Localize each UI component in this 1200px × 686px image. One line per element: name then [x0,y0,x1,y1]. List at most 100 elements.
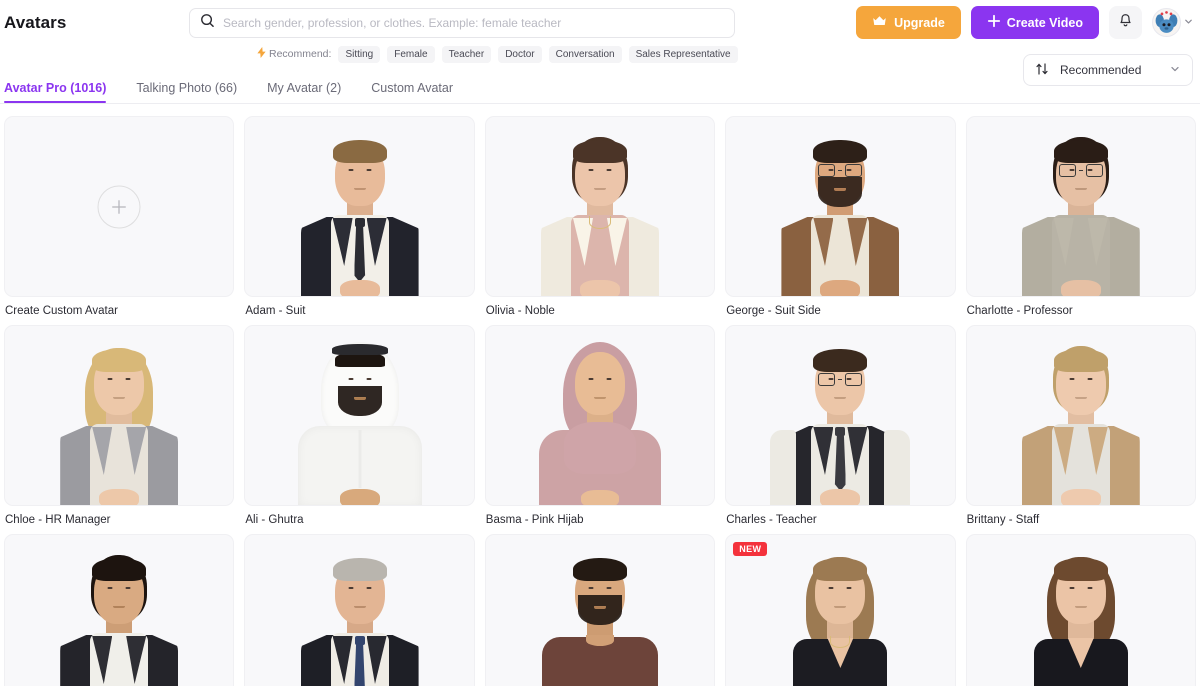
avatar-name-label: Ali - Ghutra [245,514,304,526]
account-menu[interactable] [1152,8,1194,37]
avatar-figure [505,117,695,296]
tie-knot [354,636,365,645]
tab-custom-avatar[interactable]: Custom Avatar [371,68,453,103]
upgrade-button[interactable]: Upgrade [856,6,961,39]
chevron-down-icon [1183,14,1194,32]
eyes [828,587,852,590]
notifications-button[interactable] [1109,6,1142,39]
avatar-name-label: Brittany - Staff [966,514,1040,526]
avatar-figure [265,535,455,686]
tie-knot [835,427,846,436]
recommend-label-group: Recommend: [257,47,331,61]
search-icon [200,13,215,33]
sort-arrows-icon [1035,62,1049,79]
avatar-name-label: Chloe - HR Manager [5,514,111,526]
avatar-card: Chloe - HR Manager [4,325,235,526]
search-input[interactable]: Search gender, profession, or clothes. E… [189,8,735,38]
recommend-row: Recommend: Sitting Female Teacher Doctor… [189,45,738,63]
create-custom-avatar-card: Create Custom Avatar [4,116,235,317]
avatar-thumbnail[interactable] [244,325,475,506]
avatar-thumbnail[interactable] [725,116,956,297]
avatar-thumbnail[interactable] [484,116,716,297]
sort-dropdown[interactable]: Recommended [1023,54,1193,86]
eyes [348,378,372,381]
avatar-figure [505,326,695,505]
hands [580,490,619,505]
eyes [348,169,372,172]
eyes [107,587,131,590]
glasses [1058,164,1103,177]
avatar-name-label: Adam - Suit [245,305,306,317]
recommend-chip-conversation[interactable]: Conversation [548,45,622,63]
hair-front [1053,558,1108,581]
avatar-thumbnail[interactable] [965,534,1196,686]
tab-avatar-pro[interactable]: Avatar Pro (1016) [4,68,107,103]
avatar-name-label: Basma - Pink Hijab [485,514,584,526]
avatar-thumbnail[interactable] [4,534,235,686]
avatar-card [244,534,475,686]
hands [1060,280,1101,296]
avatar-thumbnail[interactable] [965,116,1196,297]
tie [354,226,366,282]
avatar-name-label: Charles - Teacher [726,514,817,526]
avatar-thumbnail[interactable] [484,325,716,506]
hair-front [572,558,627,581]
hair-front [813,140,868,163]
avatar-figure [505,535,695,686]
avatar-card: George - Suit Side [725,116,956,317]
avatar-card [484,534,716,686]
eyes [348,587,372,590]
hands [579,280,620,296]
avatar-card: Basma - Pink Hijab [484,325,716,526]
create-video-button[interactable]: Create Video [970,6,1099,39]
necklace [588,216,611,229]
tab-my-avatar[interactable]: My Avatar (2) [267,68,341,103]
recommend-chip-female[interactable]: Female [387,45,435,63]
status-badge: NEW [733,542,768,556]
recommend-chip-sitting[interactable]: Sitting [338,45,381,63]
beard [337,386,382,416]
avatar-thumbnail[interactable] [244,116,475,297]
plus-icon [987,14,1001,31]
hands [820,280,861,296]
beard [577,595,622,625]
hair-front [92,558,147,581]
avatar-card: Olivia - Noble [484,116,716,317]
avatar-figure [265,117,455,296]
head [574,352,625,415]
avatar-figure [745,117,935,296]
search-placeholder-text: Search gender, profession, or clothes. E… [223,16,562,30]
avatar-thumbnail[interactable] [484,534,716,686]
hair-front [332,140,387,163]
lightning-bolt-icon [257,47,266,61]
avatar-card [4,534,235,686]
top-right-actions: Upgrade Create Video [856,6,1194,39]
create-custom-avatar-thumb[interactable] [4,116,235,297]
hands [99,489,140,505]
avatar-thumbnail[interactable] [965,325,1196,506]
page-title: Avatars [4,13,67,32]
hands [1060,489,1101,505]
avatar-card: Brittany - Staff [965,325,1196,526]
avatar-figure [24,535,214,686]
plus-circle-icon [97,185,141,228]
avatar-figure [24,326,214,505]
hair-front [572,140,627,163]
recommend-chip-teacher[interactable]: Teacher [441,45,492,63]
sleeve-right [884,430,911,505]
tab-talking-photo[interactable]: Talking Photo (66) [136,68,237,103]
placket [358,430,362,488]
collar [585,635,614,646]
eyes [107,378,131,381]
avatar-thumbnail[interactable] [244,534,475,686]
avatar-thumbnail[interactable] [725,325,956,506]
recommend-chip-sales-representative[interactable]: Sales Representative [628,45,738,63]
create-video-label: Create Video [1006,15,1083,30]
avatar-thumbnail[interactable] [4,325,235,506]
avatar-card [965,534,1196,686]
hair-front [92,349,147,372]
recommend-chip-doctor[interactable]: Doctor [498,45,542,63]
eyes [588,169,612,172]
tie [834,435,846,491]
avatar-thumbnail[interactable]: NEW [725,534,956,686]
